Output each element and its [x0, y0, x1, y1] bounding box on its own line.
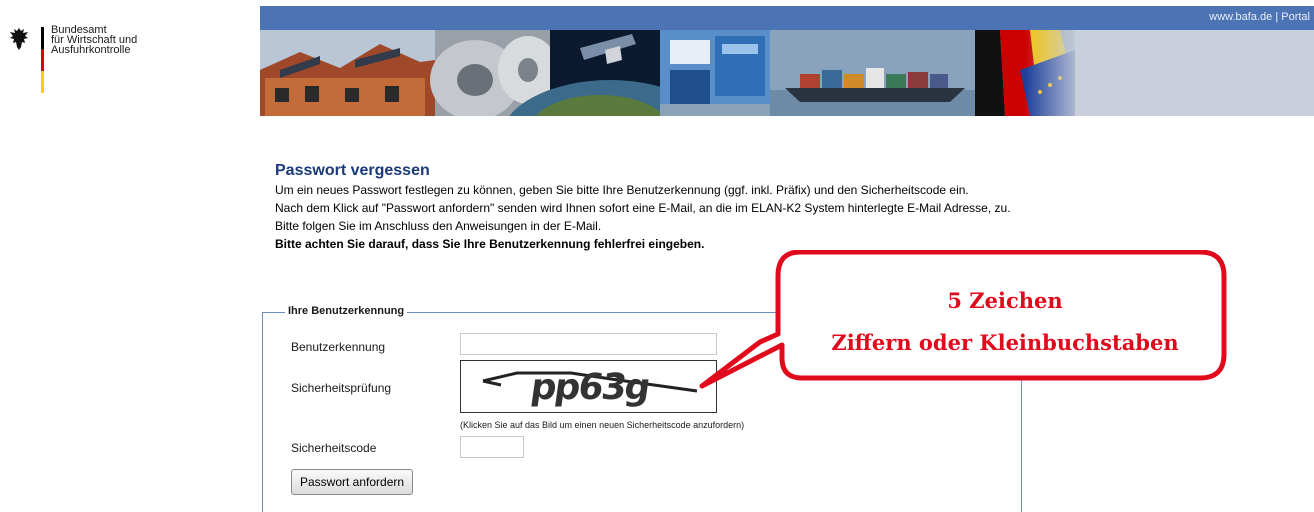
- top-bar: www.bafa.de | Portal: [260, 6, 1314, 30]
- bafa-logo[interactable]: Bundesamt für Wirtschaft und Ausfuhrkont…: [0, 0, 260, 100]
- intro-text-3: Bitte folgen Sie im Anschluss den Anweis…: [275, 219, 602, 233]
- security-code-label: Sicherheitscode: [291, 441, 377, 455]
- main-content: Passwort vergessen Um ein neues Passwort…: [275, 162, 1035, 256]
- intro-text-2: Nach dem Klick auf "Passwort anfordern" …: [275, 201, 1011, 215]
- houses-image: [260, 30, 435, 116]
- top-links: www.bafa.de | Portal: [1209, 11, 1310, 23]
- annotation-text: 5 Zeichen Ziffern oder Kleinbuchstaben: [790, 280, 1220, 364]
- portal-link[interactable]: Portal: [1281, 11, 1310, 23]
- bafa-link[interactable]: www.bafa.de: [1209, 11, 1272, 23]
- federal-eagle-icon: [10, 28, 28, 50]
- request-password-button[interactable]: Passwort anfordern: [291, 469, 414, 495]
- intro-text-1: Um ein neues Passwort festlegen zu könne…: [275, 183, 969, 197]
- banner-collage: [260, 30, 1085, 116]
- captcha-label: Sicherheitsprüfung: [291, 381, 392, 395]
- captcha-hint: (Klicken Sie auf das Bild um einen neuen…: [460, 420, 745, 430]
- user-id-label: Benutzerkennung: [291, 340, 386, 354]
- security-code-input[interactable]: [460, 436, 524, 458]
- captcha-image[interactable]: pp63g: [460, 360, 717, 413]
- user-id-input[interactable]: [460, 333, 717, 355]
- trade-fair-image: [660, 30, 770, 116]
- link-separator: |: [1272, 11, 1282, 23]
- logo-text: Bundesamt für Wirtschaft und Ausfuhrkont…: [51, 25, 137, 56]
- fieldset-legend: Ihre Benutzerkennung: [285, 305, 408, 317]
- container-ship-image: [770, 30, 975, 116]
- german-flag-stripe: [41, 27, 44, 93]
- logo-line-3: Ausfuhrkontrolle: [51, 44, 131, 56]
- annotation-line-1: 5 Zeichen: [947, 288, 1063, 313]
- page-title: Passwort vergessen: [275, 162, 430, 179]
- flags-image: [975, 30, 1085, 116]
- header-banner-image: [260, 30, 1314, 116]
- captcha-code: pp63g: [528, 367, 652, 408]
- annotation-line-2: Ziffern oder Kleinbuchstaben: [831, 330, 1179, 355]
